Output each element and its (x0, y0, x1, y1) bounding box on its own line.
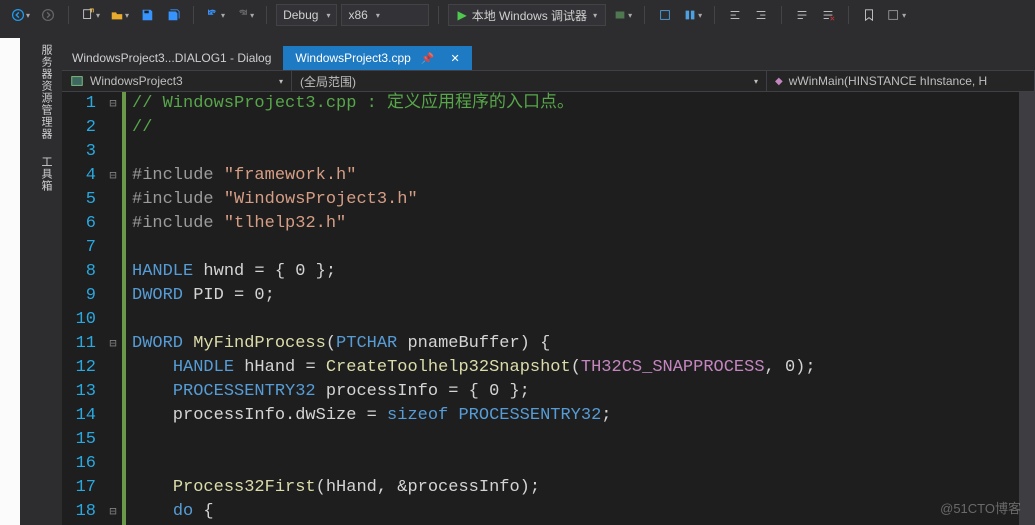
save-button[interactable] (136, 4, 158, 26)
bookmark-button[interactable] (858, 4, 880, 26)
side-toolwindow-tabs[interactable]: 服务器资源管理器 工具箱 (38, 44, 54, 208)
chevron-down-icon: ▾ (125, 11, 129, 20)
chevron-down-icon: ▾ (628, 11, 632, 20)
undo-button[interactable]: ▾ (203, 4, 228, 26)
toolbar-separator (438, 6, 439, 24)
solution-config-dropdown[interactable]: Debug ▾ (276, 4, 337, 26)
indent-left-button[interactable] (724, 4, 746, 26)
comment-button[interactable] (791, 4, 813, 26)
main-toolbar: ▾ ▾ ▾ ▾ ▾ Debug ▾ x86 ▾ ▶ 本地 Windows 调试器… (0, 0, 1035, 30)
vertical-scrollbar[interactable] (1019, 92, 1035, 525)
pin-icon[interactable]: 📌 (421, 52, 435, 65)
tab-source-file[interactable]: WindowsProject3.cpp 📌 ✕ (283, 46, 471, 70)
toolbar-separator (266, 6, 267, 24)
play-icon: ▶ (457, 8, 466, 22)
chevron-down-icon: ▾ (593, 11, 597, 20)
line-number-gutter: 123456789101112131415161718 (62, 92, 104, 525)
toolbar-separator (68, 6, 69, 24)
chevron-down-icon: ▾ (221, 11, 225, 20)
chevron-down-icon: ▾ (902, 11, 906, 20)
code-editor[interactable]: 123456789101112131415161718 ⊟⊟⊟⊟ // Wind… (62, 92, 1035, 525)
toolbar-separator (714, 6, 715, 24)
nav-forward-button[interactable] (37, 4, 59, 26)
toolbox-btn-2[interactable]: ▾ (680, 4, 705, 26)
type-scope-label: (全局范围) (300, 73, 356, 90)
toolbox-tab[interactable]: 工具箱 (38, 156, 54, 192)
chevron-down-icon: ▾ (744, 77, 758, 86)
method-icon: ◆ (775, 76, 783, 87)
save-all-button[interactable] (162, 4, 184, 26)
member-scope-label: wWinMain(HINSTANCE hInstance, H (789, 74, 988, 88)
member-scope-dropdown[interactable]: ◆ wWinMain(HINSTANCE hInstance, H (767, 71, 1035, 91)
chevron-down-icon: ▾ (250, 11, 254, 20)
document-tabstrip: WindowsProject3...DIALOG1 - Dialog Windo… (0, 44, 1035, 70)
toolbar-separator (848, 6, 849, 24)
code-navigation-bar: WindowsProject3 ▾ (全局范围) ▾ ◆ wWinMain(HI… (62, 70, 1035, 92)
server-explorer-tab[interactable]: 服务器资源管理器 (38, 44, 54, 140)
toolbar-separator (193, 6, 194, 24)
code-fold-column[interactable]: ⊟⊟⊟⊟ (104, 92, 122, 525)
chevron-down-icon: ▾ (26, 11, 30, 20)
solution-platform-label: x86 (348, 8, 367, 22)
debug-target-button[interactable]: ▾ (610, 4, 635, 26)
uncomment-button[interactable] (817, 4, 839, 26)
left-gutter (0, 38, 20, 525)
open-button[interactable]: ▾ (107, 4, 132, 26)
watermark-text: @51CTO博客 (940, 498, 1021, 517)
project-scope-dropdown[interactable]: WindowsProject3 ▾ (62, 71, 292, 91)
toolbox-btn-1[interactable] (654, 4, 676, 26)
new-item-button[interactable]: ▾ (78, 4, 103, 26)
indent-right-button[interactable] (750, 4, 772, 26)
start-debug-button[interactable]: ▶ 本地 Windows 调试器 ▾ (448, 4, 606, 26)
toolbar-separator (644, 6, 645, 24)
tab-dialog[interactable]: WindowsProject3...DIALOG1 - Dialog (60, 46, 283, 70)
nav-back-button[interactable]: ▾ (8, 4, 33, 26)
start-debug-label: 本地 Windows 调试器 (472, 7, 587, 24)
chevron-down-icon: ▾ (96, 11, 100, 20)
solution-config-label: Debug (283, 8, 318, 22)
tab-label: WindowsProject3...DIALOG1 - Dialog (72, 51, 271, 65)
tab-label: WindowsProject3.cpp (295, 51, 410, 65)
chevron-down-icon: ▾ (326, 11, 330, 20)
type-scope-dropdown[interactable]: (全局范围) ▾ (292, 71, 767, 91)
redo-button[interactable]: ▾ (232, 4, 257, 26)
close-icon[interactable]: ✕ (451, 52, 460, 65)
overflow-button[interactable]: ▾ (884, 4, 909, 26)
code-text-area[interactable]: // WindowsProject3.cpp : 定义应用程序的入口点。//#i… (126, 92, 1035, 525)
chevron-down-icon: ▾ (376, 11, 380, 20)
project-scope-label: WindowsProject3 (90, 74, 183, 88)
solution-platform-dropdown[interactable]: x86 ▾ (341, 4, 429, 26)
toolbar-separator (781, 6, 782, 24)
chevron-down-icon: ▾ (269, 77, 283, 86)
